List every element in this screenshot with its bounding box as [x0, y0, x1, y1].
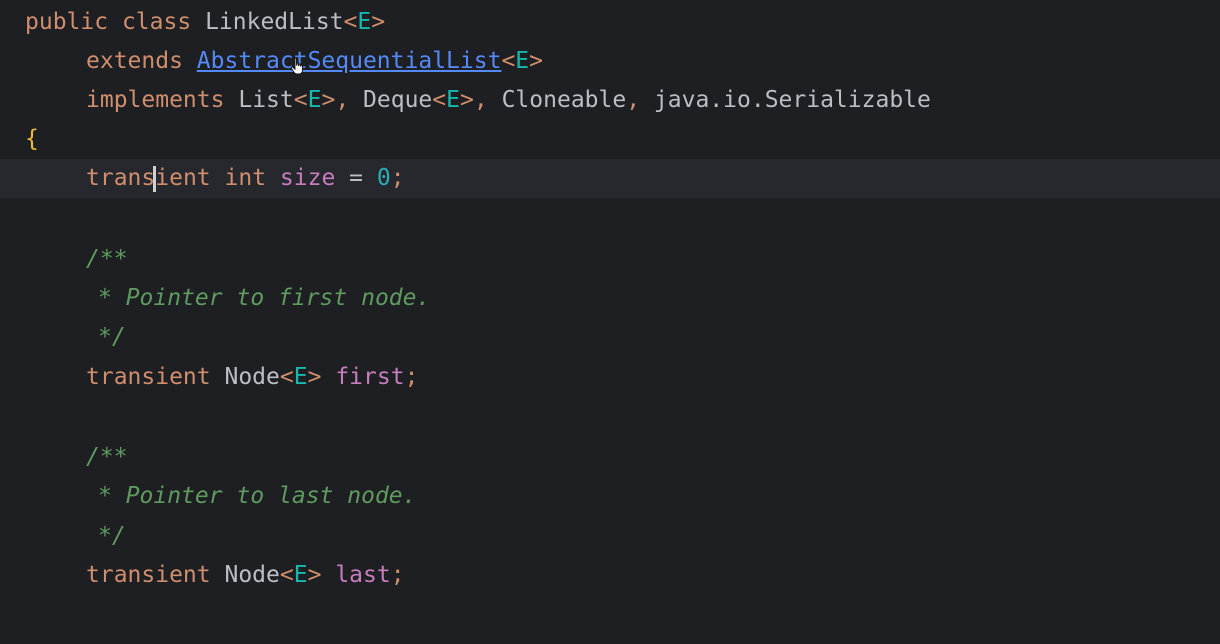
keyword-transient: transient [86, 562, 211, 588]
code-line-5-current[interactable]: transient int size = 0; [0, 159, 1220, 198]
interface-cloneable: Cloneable [501, 87, 627, 113]
generic-close: > [371, 9, 386, 35]
type-parameter: E [515, 48, 530, 74]
generic-open: < [279, 364, 294, 390]
generic-close: > [460, 87, 474, 113]
hand-pointer-icon [290, 57, 303, 75]
code-line-8[interactable]: * Pointer to first node. [0, 279, 1220, 318]
code-line-14[interactable]: */ [0, 517, 1220, 556]
generic-close: > [321, 87, 336, 113]
keyword-extends: extends [86, 48, 183, 74]
line-content: implements List<E>, Deque<E>, Cloneable,… [86, 81, 931, 120]
code-line-12[interactable]: /** [0, 438, 1220, 477]
field-size: size [279, 165, 336, 191]
code-line-10[interactable]: transient Node<E> first; [0, 358, 1220, 397]
code-line-2[interactable]: extends AbstractSequentialList<E> [0, 42, 1220, 81]
interface-list: List [238, 87, 294, 113]
semicolon: ; [404, 364, 419, 390]
semicolon: ; [390, 165, 405, 191]
superclass-link[interactable]: AbstractSequentialList [197, 48, 502, 74]
line-content: { [25, 120, 39, 159]
line-content: public class LinkedList<E> [25, 3, 385, 42]
code-line-3[interactable]: implements List<E>, Deque<E>, Cloneable,… [0, 81, 1220, 120]
keyword-transient-part1: trans [86, 165, 156, 191]
code-line-7[interactable]: /** [0, 240, 1220, 279]
generic-close: > [307, 562, 322, 588]
type-parameter: E [307, 87, 322, 113]
line-content: transient Node<E> first; [86, 358, 418, 397]
type-node: Node [224, 364, 280, 390]
code-line-13[interactable]: * Pointer to last node. [0, 477, 1220, 516]
number-literal: 0 [376, 165, 391, 191]
doc-comment-close: */ [98, 324, 126, 350]
line-content: transient Node<E> last; [86, 556, 405, 595]
field-last: last [335, 562, 391, 588]
keyword-int: int [224, 165, 267, 191]
semicolon: ; [390, 562, 405, 588]
generic-open: < [293, 87, 308, 113]
type-node: Node [224, 562, 280, 588]
comma: , [473, 87, 488, 113]
keyword-transient: transient [86, 364, 211, 390]
open-brace: { [25, 126, 39, 152]
line-content: extends AbstractSequentialList<E> [86, 42, 543, 81]
keyword-public: public [25, 9, 109, 35]
keyword-transient-part2: ient [155, 165, 211, 191]
interface-deque: Deque [363, 87, 433, 113]
generic-open: < [279, 562, 294, 588]
code-line-4[interactable]: { [0, 120, 1220, 159]
class-name: LinkedList [205, 9, 344, 35]
type-parameter: E [293, 562, 308, 588]
doc-comment-text: * Pointer to first node. [98, 285, 431, 311]
doc-comment-open: /** [86, 444, 128, 470]
line-content: transient int size = 0; [86, 159, 405, 198]
keyword-class: class [121, 9, 192, 35]
code-editor[interactable]: public class LinkedList<E> extends Abstr… [0, 0, 1220, 644]
assign-operator: = [349, 165, 364, 191]
type-parameter: E [446, 87, 460, 113]
generic-open: < [343, 9, 358, 35]
comma: , [626, 87, 641, 113]
keyword-implements: implements [86, 87, 225, 113]
doc-comment-open: /** [86, 246, 128, 272]
type-parameter: E [357, 9, 372, 35]
code-line-9[interactable]: */ [0, 318, 1220, 357]
field-first: first [335, 364, 405, 390]
doc-comment-close: */ [98, 523, 126, 549]
generic-close: > [307, 364, 322, 390]
generic-close: > [529, 48, 544, 74]
comma: , [335, 87, 350, 113]
code-line-1[interactable]: public class LinkedList<E> [0, 3, 1220, 42]
generic-open: < [501, 48, 516, 74]
doc-comment-text: * Pointer to last node. [98, 483, 417, 509]
generic-open: < [432, 87, 447, 113]
type-parameter: E [293, 364, 308, 390]
code-line-15[interactable]: transient Node<E> last; [0, 556, 1220, 595]
interface-serializable: java.io.Serializable [653, 87, 931, 113]
